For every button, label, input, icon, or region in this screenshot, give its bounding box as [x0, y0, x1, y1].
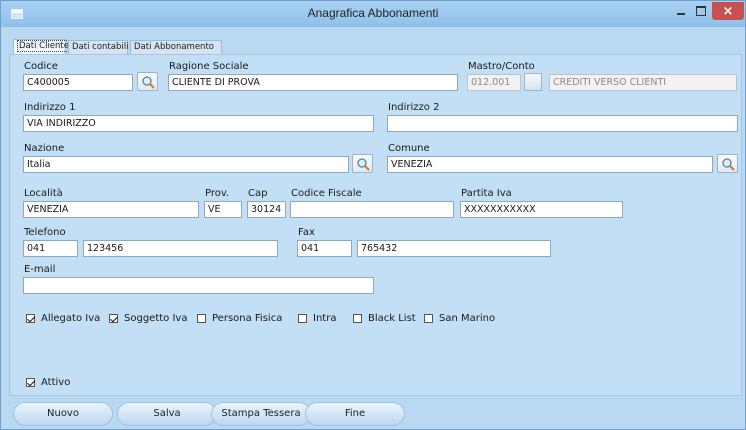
nuovo-button[interactable]: Nuovo: [13, 402, 113, 426]
checkbox-box: [424, 314, 433, 323]
app-window: Anagrafica Abbonamenti × Dati Cliente Da…: [0, 0, 746, 430]
tab-dati-abbonamento[interactable]: Dati Abbonamento: [130, 40, 222, 55]
email-label: E-mail: [24, 264, 56, 275]
codice-label: Codice: [24, 61, 58, 72]
checkbox-label: Black List: [368, 313, 416, 324]
fine-button[interactable]: Fine: [305, 402, 405, 426]
checkbox-label: Soggetto Iva: [124, 313, 188, 324]
ragione-sociale-input[interactable]: CLIENTE DI PROVA: [168, 74, 458, 91]
intra-checkbox[interactable]: Intra: [298, 313, 336, 324]
magnifier-icon: [357, 158, 370, 171]
checkbox-box: [109, 314, 118, 323]
prov-input[interactable]: VE: [204, 201, 242, 218]
nazione-label: Nazione: [24, 143, 65, 154]
telefono-prefix-input[interactable]: 041: [23, 240, 78, 257]
localita-input[interactable]: VENEZIA: [23, 201, 199, 218]
attivo-checkbox[interactable]: Attivo: [26, 377, 70, 388]
form-panel: [9, 54, 742, 396]
stampa-tessera-button[interactable]: Stampa Tessera: [211, 402, 311, 426]
mastro-conto-description: CREDITI VERSO CLIENTI: [549, 74, 737, 91]
checkbox-label: Allegato Iva: [41, 313, 101, 324]
localita-label: Località: [24, 188, 63, 199]
prov-label: Prov.: [205, 188, 230, 199]
cap-input[interactable]: 30124: [247, 201, 286, 218]
telefono-number-input[interactable]: 123456: [83, 240, 278, 257]
persona-fisica-checkbox[interactable]: Persona Fisica: [197, 313, 282, 324]
indirizzo1-input[interactable]: VIA INDIRIZZO: [23, 115, 374, 132]
codice-input[interactable]: C400005: [23, 74, 133, 91]
nazione-search-button[interactable]: [352, 154, 373, 173]
minimize-icon[interactable]: [671, 2, 691, 20]
soggetto-iva-checkbox[interactable]: Soggetto Iva: [109, 313, 187, 324]
checkbox-box: [353, 314, 362, 323]
checkbox-box: [298, 314, 307, 323]
cap-label: Cap: [248, 188, 268, 199]
codice-fiscale-input[interactable]: [290, 201, 454, 218]
checkbox-label: San Marino: [439, 313, 496, 324]
window-title: Anagrafica Abbonamenti: [307, 6, 439, 20]
codice-fiscale-label: Codice Fiscale: [291, 188, 362, 199]
action-bar: Nuovo Salva Stampa Tessera Fine: [9, 400, 742, 427]
checkbox-box: [26, 378, 35, 387]
checkbox-label: Attivo: [41, 377, 71, 388]
tab-label: Dati Cliente: [17, 40, 71, 52]
checkbox-label: Intra: [313, 313, 337, 324]
fax-prefix-input[interactable]: 041: [297, 240, 352, 257]
partita-iva-label: Partita Iva: [461, 188, 512, 199]
magnifier-icon: [142, 76, 155, 89]
email-input[interactable]: [23, 277, 374, 294]
indirizzo2-input[interactable]: [387, 115, 738, 132]
telefono-label: Telefono: [24, 227, 66, 238]
comune-search-button[interactable]: [717, 154, 738, 173]
indirizzo2-label: Indirizzo 2: [388, 102, 440, 113]
checkbox-label: Persona Fisica: [212, 313, 283, 324]
close-icon[interactable]: ×: [712, 2, 744, 20]
fax-number-input[interactable]: 765432: [357, 240, 551, 257]
comune-label: Comune: [388, 143, 430, 154]
checkbox-box: [197, 314, 206, 323]
checkbox-box: [26, 314, 35, 323]
san-marino-checkbox[interactable]: San Marino: [424, 313, 495, 324]
mastro-conto-lookup-button[interactable]: [524, 73, 542, 91]
tab-dati-contabili[interactable]: Dati contabili: [68, 40, 128, 55]
mastro-conto-input: 012.001: [467, 74, 521, 91]
allegato-iva-checkbox[interactable]: Allegato Iva: [26, 313, 100, 324]
tab-dati-cliente[interactable]: Dati Cliente: [13, 39, 71, 55]
maximize-icon[interactable]: [691, 2, 711, 20]
tab-label: Dati Abbonamento: [134, 42, 214, 52]
partita-iva-input[interactable]: XXXXXXXXXXX: [460, 201, 623, 218]
title-bar[interactable]: Anagrafica Abbonamenti ×: [1, 1, 745, 27]
magnifier-icon: [722, 158, 735, 171]
fax-label: Fax: [298, 227, 315, 238]
nazione-input[interactable]: Italia: [23, 156, 349, 173]
codice-search-button[interactable]: [137, 72, 158, 91]
comune-input[interactable]: VENEZIA: [387, 156, 713, 173]
ragione-sociale-label: Ragione Sociale: [169, 61, 249, 72]
salva-button[interactable]: Salva: [117, 402, 217, 426]
tab-label: Dati contabili: [72, 42, 129, 52]
black-list-checkbox[interactable]: Black List: [353, 313, 416, 324]
indirizzo1-label: Indirizzo 1: [24, 102, 76, 113]
mastro-conto-label: Mastro/Conto: [468, 61, 535, 72]
